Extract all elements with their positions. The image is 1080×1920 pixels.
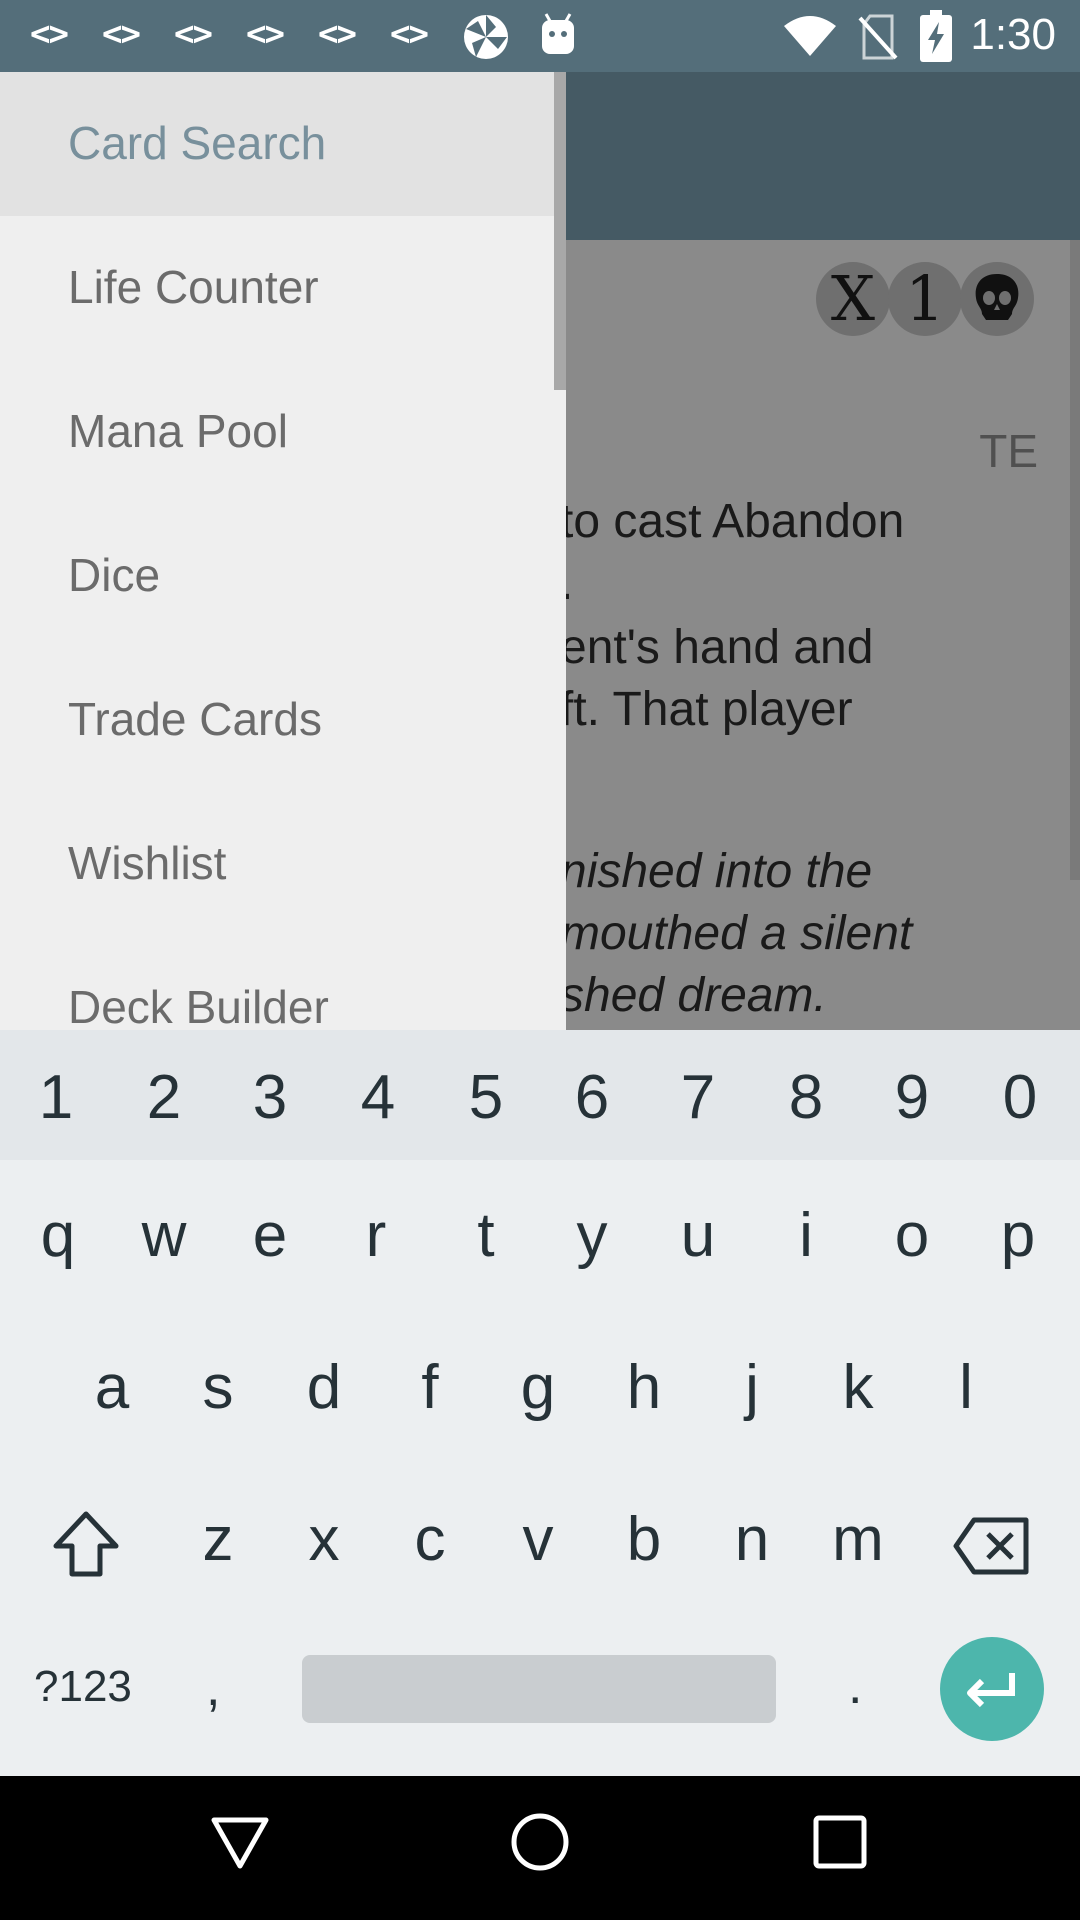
key-d[interactable]: d bbox=[274, 1352, 374, 1423]
drawer-item-label: Deck Builder bbox=[68, 981, 329, 1030]
code-icon: <> bbox=[318, 14, 357, 54]
key-c[interactable]: c bbox=[380, 1504, 480, 1575]
key-9[interactable]: 9 bbox=[862, 1062, 962, 1133]
drawer-item-label: Trade Cards bbox=[68, 693, 322, 745]
card-text-line: to cast Abandon bbox=[560, 495, 905, 548]
drawer-item-wishlist[interactable]: Wishlist bbox=[0, 792, 554, 936]
key-2[interactable]: 2 bbox=[114, 1062, 214, 1133]
shift-icon[interactable] bbox=[50, 1508, 122, 1580]
drawer-item-label: Life Counter bbox=[68, 261, 319, 313]
android-icon bbox=[542, 13, 574, 54]
key-7[interactable]: 7 bbox=[648, 1062, 748, 1133]
key-w[interactable]: w bbox=[114, 1200, 214, 1271]
code-icon: <> bbox=[174, 14, 213, 54]
soft-keyboard: 1 2 3 4 5 6 7 8 9 0 q w e r t y u i o p … bbox=[0, 1030, 1080, 1776]
code-icon: <> bbox=[30, 14, 69, 54]
key-b[interactable]: b bbox=[594, 1504, 694, 1575]
key-m[interactable]: m bbox=[808, 1504, 908, 1575]
drawer-item-mana-pool[interactable]: Mana Pool bbox=[0, 360, 554, 504]
wifi-icon bbox=[784, 16, 836, 56]
home-icon[interactable] bbox=[508, 1810, 572, 1874]
set-code: TE bbox=[979, 425, 1038, 477]
mana-symbol-x: X bbox=[816, 262, 890, 336]
back-icon[interactable] bbox=[208, 1810, 272, 1874]
key-h[interactable]: h bbox=[594, 1352, 694, 1423]
key-s[interactable]: s bbox=[168, 1352, 268, 1423]
drawer-item-label: Card Search bbox=[68, 117, 327, 169]
key-r[interactable]: r bbox=[326, 1200, 426, 1271]
no-sim-icon bbox=[858, 14, 898, 60]
drawer-item-life-counter[interactable]: Life Counter bbox=[0, 216, 554, 360]
symbols-key[interactable]: ?123 bbox=[34, 1662, 132, 1712]
key-p[interactable]: p bbox=[968, 1200, 1068, 1271]
key-k[interactable]: k bbox=[808, 1352, 908, 1423]
key-g[interactable]: g bbox=[488, 1352, 588, 1423]
backspace-icon[interactable] bbox=[952, 1516, 1032, 1576]
status-bar: <> <> <> <> <> <> 1:30 bbox=[0, 0, 1080, 72]
key-z[interactable]: z bbox=[168, 1504, 268, 1575]
pinwheel-icon bbox=[464, 15, 508, 59]
key-x[interactable]: x bbox=[274, 1504, 374, 1575]
key-8[interactable]: 8 bbox=[756, 1062, 856, 1133]
key-a[interactable]: a bbox=[62, 1352, 162, 1423]
drawer-item-card-search[interactable]: Card Search bbox=[0, 72, 554, 216]
drawer-item-dice[interactable]: Dice bbox=[0, 504, 554, 648]
key-5[interactable]: 5 bbox=[436, 1062, 536, 1133]
drawer-item-label: Wishlist bbox=[68, 837, 227, 889]
key-6[interactable]: 6 bbox=[542, 1062, 642, 1133]
content-scrollbar[interactable] bbox=[1070, 240, 1080, 880]
enter-key[interactable] bbox=[940, 1637, 1044, 1741]
recents-icon[interactable] bbox=[808, 1810, 872, 1874]
key-y[interactable]: y bbox=[542, 1200, 642, 1271]
drawer-scrollbar[interactable] bbox=[554, 72, 566, 390]
flavor-text-line: shed dream. bbox=[560, 969, 827, 1022]
key-4[interactable]: 4 bbox=[328, 1062, 428, 1133]
clock: 1:30 bbox=[970, 10, 1056, 59]
key-j[interactable]: j bbox=[702, 1352, 802, 1423]
key-u[interactable]: u bbox=[648, 1200, 748, 1271]
key-3[interactable]: 3 bbox=[220, 1062, 320, 1133]
key-f[interactable]: f bbox=[380, 1352, 480, 1423]
code-icon: <> bbox=[246, 14, 285, 54]
card-text-line: ent's hand and bbox=[560, 621, 874, 674]
key-t[interactable]: t bbox=[436, 1200, 536, 1271]
drawer-item-label: Dice bbox=[68, 549, 161, 601]
flavor-text-line: mouthed a silent bbox=[560, 907, 913, 960]
code-icon: <> bbox=[102, 14, 141, 54]
key-i[interactable]: i bbox=[756, 1200, 856, 1271]
mana-symbol-1: 1 bbox=[888, 262, 962, 336]
key-e[interactable]: e bbox=[220, 1200, 320, 1271]
key-o[interactable]: o bbox=[862, 1200, 962, 1271]
period-key[interactable]: . bbox=[848, 1656, 862, 1716]
key-l[interactable]: l bbox=[916, 1352, 1016, 1423]
navigation-drawer: Card Search Life Counter Mana Pool Dice … bbox=[0, 72, 566, 1030]
skull-icon bbox=[960, 262, 1034, 336]
key-n[interactable]: n bbox=[702, 1504, 802, 1575]
drawer-item-deck-builder[interactable]: Deck Builder bbox=[0, 936, 554, 1030]
enter-icon bbox=[967, 1673, 1015, 1708]
system-nav-bar bbox=[0, 1776, 1080, 1920]
number-row: 1 2 3 4 5 6 7 8 9 0 bbox=[0, 1030, 1080, 1160]
drawer-item-label: Mana Pool bbox=[68, 405, 288, 457]
key-v[interactable]: v bbox=[488, 1504, 588, 1575]
card-text-line: ft. That player bbox=[560, 683, 853, 736]
space-bar[interactable] bbox=[302, 1655, 776, 1723]
code-icon: <> bbox=[390, 14, 429, 54]
key-q[interactable]: q bbox=[8, 1200, 108, 1271]
flavor-text-line: nished into the bbox=[560, 845, 873, 898]
key-0[interactable]: 0 bbox=[970, 1062, 1070, 1133]
drawer-item-trade-cards[interactable]: Trade Cards bbox=[0, 648, 554, 792]
battery-charging-icon bbox=[920, 10, 952, 62]
comma-key[interactable]: , bbox=[206, 1658, 220, 1718]
key-1[interactable]: 1 bbox=[6, 1062, 106, 1133]
